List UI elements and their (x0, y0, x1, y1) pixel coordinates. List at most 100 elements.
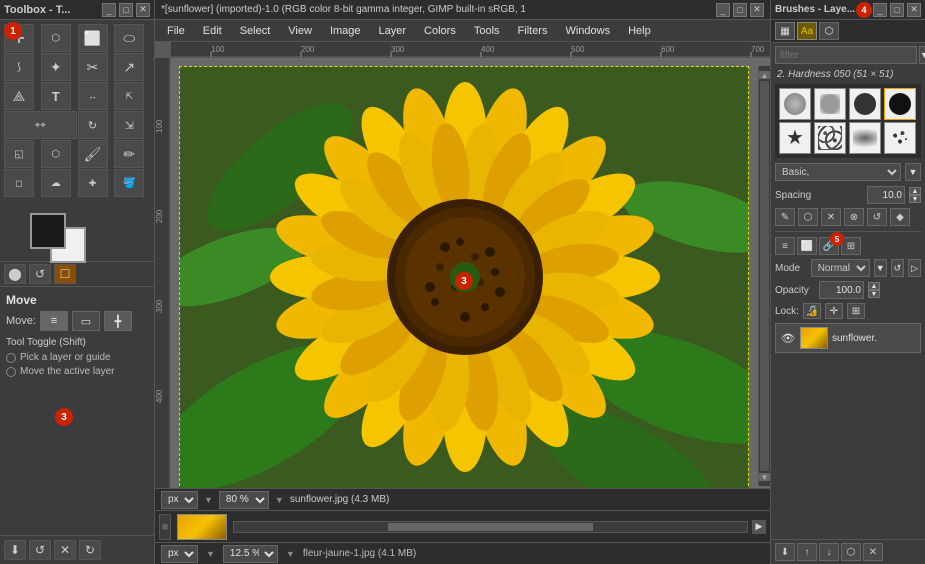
brush-item-star[interactable]: ★ (779, 122, 811, 154)
brush-refresh-btn[interactable]: ↺ (867, 208, 887, 226)
layer-mode-select[interactable]: Normal (811, 259, 870, 277)
lock-alpha-btn[interactable]: ⊞ (847, 303, 865, 319)
tool-opt-1[interactable]: ⬤ (4, 264, 26, 284)
foreground-color[interactable] (30, 213, 66, 249)
scrollbar-vertical[interactable]: ▲ ▼ (758, 66, 770, 486)
menu-edit[interactable]: Edit (195, 23, 230, 39)
brushes-close-btn[interactable]: ✕ (907, 3, 921, 17)
menu-layer[interactable]: Layer (371, 23, 415, 39)
layers-grid-btn[interactable]: ⬜ (797, 237, 817, 255)
brush-item-spray[interactable] (849, 122, 881, 154)
brush-filter-input[interactable] (775, 46, 917, 64)
bottom-zoom-select[interactable]: 12.5 % (223, 545, 278, 563)
scroll-down-arrow[interactable]: ▼ (759, 473, 770, 481)
new-layer-btn[interactable]: ⬇ (775, 543, 795, 561)
toolbox-close-btn[interactable]: ✕ (136, 3, 150, 17)
thumb-scroll-thumb[interactable] (388, 523, 593, 531)
tool-opt-3[interactable]: ☐ (54, 264, 76, 284)
measure-tool-btn[interactable]: ↔ (78, 82, 108, 110)
pencil-tool-btn[interactable]: ✏ (114, 140, 144, 168)
radio-move-layer[interactable]: Move the active layer (6, 366, 148, 377)
layers-extra-btn[interactable]: ⊞ (841, 237, 861, 255)
toolbox-minimize-btn[interactable]: _ (102, 3, 116, 17)
shear-tool-btn[interactable]: ◱ (4, 140, 34, 168)
menu-tools[interactable]: Tools (466, 23, 508, 39)
brush-item-circle-large[interactable] (779, 88, 811, 120)
canvas-area[interactable]: 100 200 300 400 500 600 700 (155, 42, 770, 542)
menu-windows[interactable]: Windows (557, 23, 618, 39)
menu-view[interactable]: View (280, 23, 320, 39)
brush-item-circle-solid[interactable] (884, 88, 916, 120)
move-guide-btn[interactable]: ▭ (72, 311, 100, 331)
scroll-up-arrow[interactable]: ▲ (759, 71, 770, 79)
opacity-down-btn[interactable]: ▼ (868, 290, 880, 298)
menu-filters[interactable]: Filters (510, 23, 556, 39)
spacing-input[interactable] (867, 186, 905, 204)
brushes-maximize-btn[interactable]: □ (890, 3, 904, 17)
thumb-scroll-right[interactable]: ▶ (752, 520, 766, 534)
heal-tool-btn[interactable]: ✚ (78, 169, 108, 197)
opacity-input[interactable] (819, 281, 864, 299)
canvas-container[interactable]: 3 ▲ ▼ ◀ ▶ (171, 58, 770, 542)
brushes-minimize-btn[interactable]: _ (873, 3, 887, 17)
toolbox-bottom-btn-2[interactable]: ↺ (29, 540, 51, 560)
menu-file[interactable]: File (159, 23, 193, 39)
fuzzy-select-btn[interactable]: ✦ (41, 53, 71, 81)
airbrush-tool-btn[interactable]: ☁ (41, 169, 71, 197)
brush-item-square-gradient[interactable] (814, 88, 846, 120)
delete-layer-btn[interactable]: ✕ (863, 543, 883, 561)
paths-tool-btn[interactable]: ⟁ (4, 82, 34, 110)
layers-link-btn[interactable]: 🔗 5 (819, 237, 839, 255)
brush-item-circle-dark[interactable] (849, 88, 881, 120)
tab-active[interactable]: Aa (797, 22, 817, 40)
toolbox-bottom-btn-1[interactable]: ⬇ (4, 540, 26, 560)
layers-list-btn[interactable]: ≡ (775, 237, 795, 255)
transform-tool-btn[interactable]: ⇱ (114, 82, 144, 110)
brush-settings-btn[interactable]: ◆ (890, 208, 910, 226)
move-layer-btn[interactable]: ≡ (40, 311, 68, 331)
rect-select-btn[interactable]: ⬜ (78, 24, 108, 52)
text-tool-btn[interactable]: T (41, 82, 71, 110)
toolbox-maximize-btn[interactable]: □ (119, 3, 133, 17)
zoom-select[interactable]: 80 % (219, 491, 269, 509)
thumbnail-image-1[interactable] (177, 514, 227, 540)
tool-opt-2[interactable]: ↺ (29, 264, 51, 284)
menu-image[interactable]: Image (322, 23, 369, 39)
move-selection-btn[interactable]: ╋ (104, 311, 132, 331)
brush-mask-btn[interactable]: ⊗ (844, 208, 864, 226)
brush-duplicate-btn[interactable]: ⬡ (798, 208, 818, 226)
menu-select[interactable]: Select (232, 23, 279, 39)
lock-position-btn[interactable]: ✛ (825, 303, 843, 319)
spacing-up-btn[interactable]: ▲ (909, 187, 921, 195)
lower-layer-btn[interactable]: ↓ (819, 543, 839, 561)
layer-item-sunflower[interactable]: 👁 sunflower. (775, 323, 921, 353)
filter-dropdown-btn[interactable]: ▼ (919, 46, 925, 64)
unit-select[interactable]: px (161, 491, 198, 509)
ellipse-select-btn[interactable]: ⬭ (114, 24, 144, 52)
thumb-scrollbar[interactable] (233, 521, 748, 533)
scale-tool-btn[interactable]: ⇲ (114, 111, 144, 139)
opacity-up-btn[interactable]: ▲ (868, 282, 880, 290)
spacing-down-btn[interactable]: ▼ (909, 195, 921, 203)
perspective-tool-btn[interactable]: ⬡ (41, 140, 71, 168)
brush-edit-btn[interactable]: ✎ (775, 208, 795, 226)
mode-extra-btn[interactable]: ▷ (908, 259, 921, 277)
free-select-btn[interactable]: ⟆ (4, 53, 34, 81)
brush-delete-x-btn[interactable]: ✕ (821, 208, 841, 226)
bottom-unit-select[interactable]: px (161, 545, 198, 563)
scroll-thumb-v[interactable] (760, 81, 769, 471)
main-close-btn[interactable]: ✕ (750, 3, 764, 17)
bucket-tool-btn[interactable]: 🪣 (114, 169, 144, 197)
main-minimize-btn[interactable]: _ (716, 3, 730, 17)
fg-select-btn[interactable]: ↗ (114, 53, 144, 81)
brush-preset-select[interactable]: Basic, (775, 163, 901, 181)
mode-undo-btn[interactable]: ↺ (891, 259, 904, 277)
main-maximize-btn[interactable]: □ (733, 3, 747, 17)
menu-help[interactable]: Help (620, 23, 659, 39)
duplicate-layer-btn[interactable]: ⬡ (841, 543, 861, 561)
scissors-select-btn[interactable]: ✂ (78, 53, 108, 81)
crop-tool-btn[interactable]: ⌖⌖ (4, 111, 77, 139)
layer-visibility-toggle[interactable]: 👁 (780, 331, 796, 345)
brush-item-dots[interactable] (884, 122, 916, 154)
align-tool-btn[interactable]: ⬡ (41, 24, 71, 52)
